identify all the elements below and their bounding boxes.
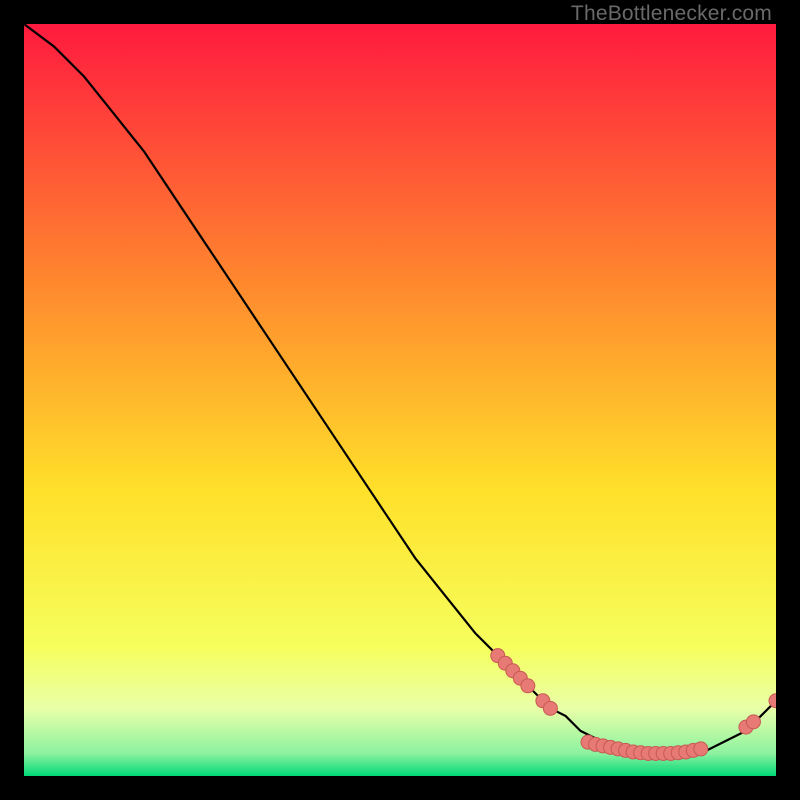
curve-marker: [521, 679, 535, 693]
curve-marker: [543, 701, 557, 715]
bottleneck-plot: [24, 24, 776, 776]
chart-stage: TheBottlenecker.com: [0, 0, 800, 800]
curve-marker: [694, 742, 708, 756]
curve-marker: [746, 715, 760, 729]
attribution-label: TheBottlenecker.com: [571, 2, 772, 26]
heatmap-background: [24, 24, 776, 776]
